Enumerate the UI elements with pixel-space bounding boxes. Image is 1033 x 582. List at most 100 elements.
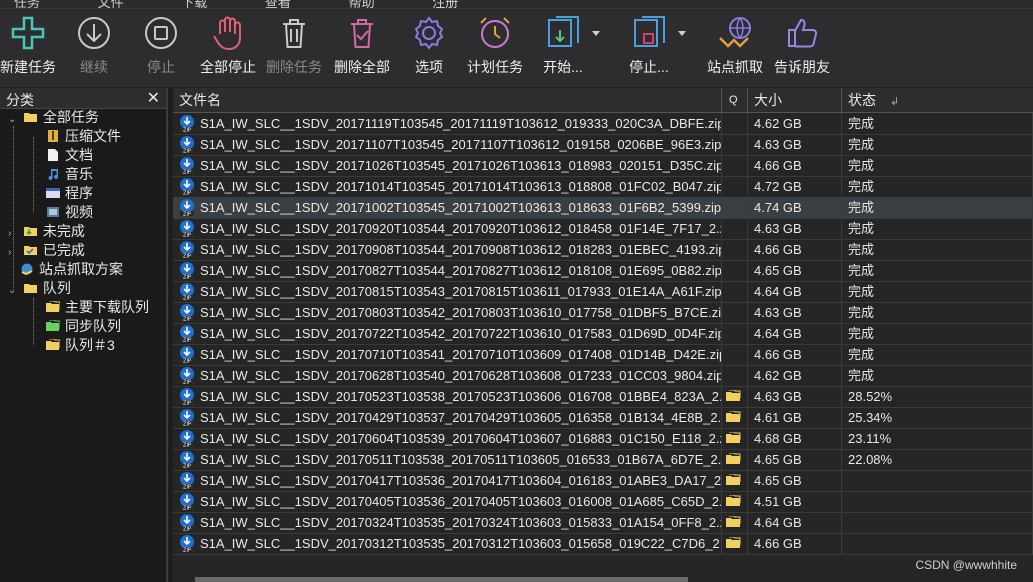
sidebar-item-label: 全部任务: [42, 109, 99, 125]
table-row[interactable]: ZIP S1A_IW_SLC__1SDV_20170429T103537_2017…: [173, 407, 1033, 429]
table-row[interactable]: ZIP S1A_IW_SLC__1SDV_20171026T103545_2017…: [173, 155, 1033, 177]
tell-friend-button[interactable]: 告诉朋友: [770, 9, 834, 87]
stop-all-button[interactable]: 全部停止: [196, 9, 260, 87]
program-window-icon: [46, 188, 60, 198]
sidebar-item-archives[interactable]: 压缩文件: [46, 127, 121, 146]
site-grabber-button[interactable]: 站点抓取: [703, 9, 767, 87]
table-row[interactable]: ZIP S1A_IW_SLC__1SDV_20170312T103535_2017…: [173, 533, 1033, 555]
sidebar-item-programs[interactable]: 程序: [46, 184, 93, 203]
scrollbar-thumb[interactable]: [195, 577, 688, 582]
filename-text: S1A_IW_SLC__1SDV_20170429T103537_2017042…: [200, 410, 722, 425]
sidebar-item-queues[interactable]: ⌄ 队列: [8, 279, 71, 298]
queue-stop-dropdown-icon[interactable]: [678, 31, 686, 36]
table-row[interactable]: ZIP S1A_IW_SLC__1SDV_20170815T103543_2017…: [173, 281, 1033, 303]
sidebar-item-label: 已完成: [42, 242, 85, 258]
table-row[interactable]: ZIP S1A_IW_SLC__1SDV_20170511T103538_2017…: [173, 449, 1033, 471]
svg-text:ZIP: ZIP: [183, 401, 191, 406]
filename-cell: ZIP S1A_IW_SLC__1SDV_20170604T103539_2017…: [173, 428, 722, 449]
column-size[interactable]: 大小: [748, 88, 842, 112]
sidebar-item-queue-3[interactable]: 队列＃3: [46, 336, 115, 355]
delete-all-button[interactable]: 删除全部: [330, 9, 394, 87]
column-status[interactable]: 状态 ↲: [842, 88, 1033, 112]
queue-cell: [722, 407, 748, 428]
table-row[interactable]: ZIP S1A_IW_SLC__1SDV_20170405T103536_2017…: [173, 491, 1033, 513]
queue-folder-icon: [46, 301, 60, 312]
sidebar-item-music[interactable]: 音乐: [46, 165, 93, 184]
queue-stop-button[interactable]: 停止...: [624, 9, 686, 87]
sidebar-item-finished[interactable]: › 已完成: [8, 241, 85, 260]
horizontal-scrollbar[interactable]: [173, 569, 1033, 582]
sidebar-item-label: 程序: [65, 185, 93, 201]
trash-check-icon: [351, 19, 373, 48]
schedule-button[interactable]: 计划任务: [462, 9, 528, 87]
table-row[interactable]: ZIP S1A_IW_SLC__1SDV_20170908T103544_2017…: [173, 239, 1033, 261]
sidebar-item-main-queue[interactable]: 主要下载队列: [46, 298, 149, 317]
size-cell: 4.64 GB: [748, 281, 842, 302]
sidebar-item-documents[interactable]: 文档: [46, 146, 93, 165]
table-row[interactable]: ZIP S1A_IW_SLC__1SDV_20170722T103542_2017…: [173, 323, 1033, 345]
sidebar-item-sync-queue[interactable]: 同步队列: [46, 317, 121, 336]
zip-file-icon: ZIP: [180, 283, 194, 300]
column-queue[interactable]: Q: [722, 88, 748, 112]
table-row[interactable]: ZIP S1A_IW_SLC__1SDV_20170710T103541_2017…: [173, 344, 1033, 366]
table-row[interactable]: ZIP S1A_IW_SLC__1SDV_20171107T103545_2017…: [173, 134, 1033, 156]
menu-task[interactable]: 任务: [14, 0, 40, 8]
filename-cell: ZIP S1A_IW_SLC__1SDV_20170628T103540_2017…: [173, 365, 722, 386]
zip-file-icon: ZIP: [180, 451, 194, 468]
table-row[interactable]: ZIP S1A_IW_SLC__1SDV_20170604T103539_2017…: [173, 428, 1033, 450]
sidebar-item-all-tasks[interactable]: ⌄ 全部任务: [8, 108, 99, 127]
zip-file-icon: ZIP: [180, 241, 194, 258]
options-button[interactable]: 选项: [400, 9, 458, 87]
menu-help[interactable]: 帮助: [349, 0, 375, 8]
archive-icon: [48, 130, 58, 142]
sidebar-item-unfinished[interactable]: › 未完成: [8, 222, 85, 241]
queue-folder-icon: [46, 339, 60, 350]
menu-file[interactable]: 文件: [98, 0, 124, 8]
queue-cell: [722, 533, 748, 554]
table-row[interactable]: ZIP S1A_IW_SLC__1SDV_20170803T103542_2017…: [173, 302, 1033, 324]
size-cell: 4.72 GB: [748, 176, 842, 197]
delete-task-button[interactable]: 删除任务: [262, 9, 326, 87]
collapse-arrow-icon[interactable]: ⌄: [8, 110, 20, 129]
status-cell: 完成: [842, 113, 1033, 134]
column-filename[interactable]: 文件名: [173, 88, 722, 112]
new-task-button[interactable]: 新建任务: [0, 9, 61, 87]
table-row[interactable]: ZIP S1A_IW_SLC__1SDV_20171119T103545_2017…: [173, 113, 1033, 135]
filename-text: S1A_IW_SLC__1SDV_20170417T103536_2017041…: [200, 473, 722, 488]
collapse-arrow-icon[interactable]: ⌄: [8, 281, 20, 300]
menu-bar: 任务 文件 下载 查看 帮助 注册: [0, 0, 1033, 9]
sidebar-title: 分类: [6, 92, 34, 108]
menu-download[interactable]: 下载: [181, 0, 207, 8]
table-row[interactable]: ZIP S1A_IW_SLC__1SDV_20171014T103545_2017…: [173, 176, 1033, 198]
table-row[interactable]: ZIP S1A_IW_SLC__1SDV_20170523T103538_2017…: [173, 386, 1033, 408]
menu-register[interactable]: 注册: [432, 0, 458, 8]
zip-file-icon: ZIP: [180, 115, 194, 133]
filename-cell: ZIP S1A_IW_SLC__1SDV_20170312T103535_2017…: [173, 533, 722, 554]
table-row[interactable]: ZIP S1A_IW_SLC__1SDV_20170628T103540_2017…: [173, 365, 1033, 387]
status-cell: 完成: [842, 134, 1033, 155]
table-row[interactable]: ZIP S1A_IW_SLC__1SDV_20170417T103536_2017…: [173, 470, 1033, 492]
sidebar-item-video[interactable]: 视频: [46, 203, 93, 222]
queue-start-dropdown-icon[interactable]: [592, 31, 600, 36]
table-row[interactable]: ZIP S1A_IW_SLC__1SDV_20171002T103545_2017…: [173, 197, 1033, 219]
video-icon: [47, 207, 59, 217]
filename-text: S1A_IW_SLC__1SDV_20170523T103538_2017052…: [200, 389, 722, 404]
table-row[interactable]: ZIP S1A_IW_SLC__1SDV_20170827T103544_2017…: [173, 260, 1033, 282]
queue-start-button[interactable]: 开始...: [538, 9, 600, 87]
queue-folder-icon: [726, 516, 741, 527]
filename-text: S1A_IW_SLC__1SDV_20170815T103543_2017081…: [200, 284, 722, 299]
svg-text:ZIP: ZIP: [183, 128, 191, 133]
svg-text:ZIP: ZIP: [183, 233, 191, 238]
filename-text: S1A_IW_SLC__1SDV_20171119T103545_2017111…: [200, 116, 722, 131]
menu-view[interactable]: 查看: [265, 0, 291, 8]
stop-button[interactable]: 停止: [130, 9, 192, 87]
expand-arrow-icon[interactable]: ›: [8, 243, 20, 262]
sidebar-item-site-grabber[interactable]: 站点抓取方案: [20, 260, 123, 279]
table-row[interactable]: ZIP S1A_IW_SLC__1SDV_20170920T103544_2017…: [173, 218, 1033, 240]
sidebar-item-label: 队列: [42, 280, 71, 296]
table-row[interactable]: ZIP S1A_IW_SLC__1SDV_20170324T103535_2017…: [173, 512, 1033, 534]
close-icon[interactable]: ✕: [147, 88, 160, 108]
resume-button[interactable]: 继续: [62, 9, 126, 87]
status-cell: [842, 533, 1033, 554]
filename-cell: ZIP S1A_IW_SLC__1SDV_20170827T103544_2017…: [173, 260, 722, 281]
